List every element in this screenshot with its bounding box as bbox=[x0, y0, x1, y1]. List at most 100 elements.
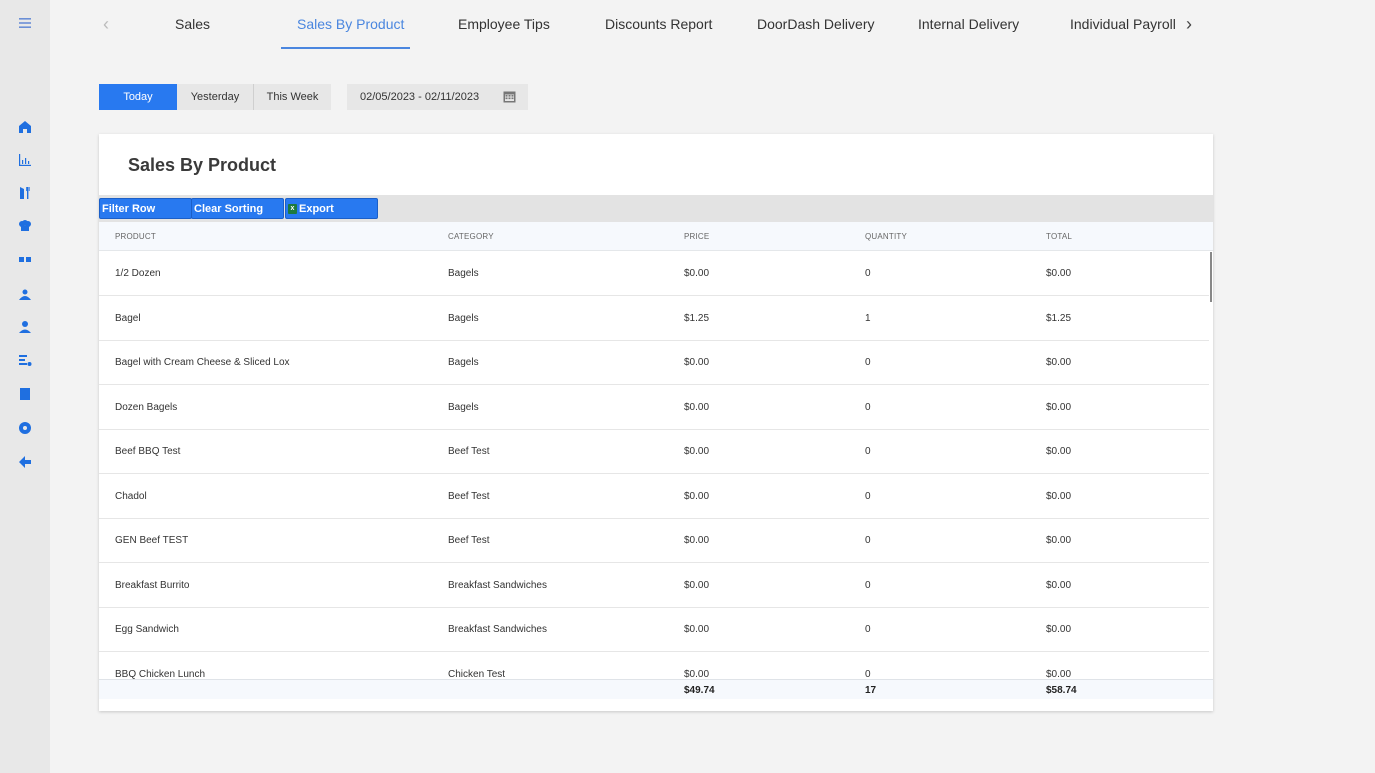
cell-quantity: 0 bbox=[865, 402, 871, 413]
cell-total: $0.00 bbox=[1046, 624, 1072, 635]
excel-icon: x bbox=[288, 203, 297, 214]
card-title: Sales By Product bbox=[128, 155, 277, 175]
date-range-buttons: Today Yesterday This Week bbox=[99, 84, 331, 110]
cell-product: Egg Sandwich bbox=[115, 624, 179, 635]
export-button[interactable]: x Export bbox=[285, 198, 378, 219]
cell-category: Beef Test bbox=[448, 446, 490, 457]
clear-sorting-button[interactable]: Clear Sorting bbox=[191, 198, 284, 219]
cell-total: $1.25 bbox=[1046, 313, 1072, 324]
cell-total: $0.00 bbox=[1046, 402, 1072, 413]
filter-row-button[interactable]: Filter Row bbox=[99, 198, 192, 219]
cell-total: $0.00 bbox=[1046, 268, 1072, 279]
chef-icon[interactable] bbox=[16, 217, 34, 235]
table-row[interactable]: Beef BBQ Test Beef Test $0.00 0 $0.00 bbox=[99, 429, 1209, 474]
tags-icon[interactable] bbox=[16, 251, 34, 269]
chart-icon[interactable] bbox=[16, 151, 34, 169]
tab-individual-payroll[interactable]: Individual Payroll bbox=[1070, 16, 1176, 32]
cell-price: $0.00 bbox=[684, 535, 710, 546]
cell-product: Beef BBQ Test bbox=[115, 446, 181, 457]
cell-total: $0.00 bbox=[1046, 357, 1072, 368]
tab-discounts-report[interactable]: Discounts Report bbox=[605, 16, 712, 32]
settings-icon[interactable] bbox=[16, 419, 34, 437]
date-range-value: 02/05/2023 - 02/11/2023 bbox=[360, 91, 480, 103]
cell-product: GEN Beef TEST bbox=[115, 535, 189, 546]
cell-category: Chicken Test bbox=[448, 669, 506, 679]
cell-quantity: 0 bbox=[865, 446, 871, 457]
active-tab-indicator bbox=[281, 47, 410, 49]
tab-next-arrow-icon[interactable]: › bbox=[1179, 14, 1199, 35]
users-icon[interactable] bbox=[16, 285, 34, 303]
cell-price: $0.00 bbox=[684, 268, 710, 279]
table-row[interactable]: Egg Sandwich Breakfast Sandwiches $0.00 … bbox=[99, 607, 1209, 652]
column-header-total[interactable]: TOTAL bbox=[1046, 232, 1072, 241]
cell-price: $0.00 bbox=[684, 446, 710, 457]
cell-product: Bagel bbox=[115, 313, 141, 324]
cell-total: $0.00 bbox=[1046, 580, 1072, 591]
column-header-quantity[interactable]: QUANTITY bbox=[865, 232, 907, 241]
cell-quantity: 0 bbox=[865, 491, 871, 502]
table-header: PRODUCT CATEGORY PRICE QUANTITY TOTAL bbox=[99, 222, 1213, 251]
calendar-icon[interactable] bbox=[503, 90, 516, 103]
cell-quantity: 1 bbox=[865, 313, 871, 324]
cell-category: Bagels bbox=[448, 268, 479, 279]
table-row[interactable]: BBQ Chicken Lunch Chicken Test $0.00 0 $… bbox=[99, 652, 1209, 679]
cell-quantity: 0 bbox=[865, 624, 871, 635]
cell-product: 1/2 Dozen bbox=[115, 268, 161, 279]
cell-price: $0.00 bbox=[684, 402, 710, 413]
cell-quantity: 0 bbox=[865, 669, 871, 679]
cell-total: $0.00 bbox=[1046, 491, 1072, 502]
cell-price: $0.00 bbox=[684, 491, 710, 502]
back-arrow-icon[interactable] bbox=[16, 453, 34, 471]
table-row[interactable]: Bagel with Cream Cheese & Sliced Lox Bag… bbox=[99, 340, 1209, 385]
tab-employee-tips[interactable]: Employee Tips bbox=[458, 16, 550, 32]
tab-prev-arrow-icon[interactable]: ‹ bbox=[96, 14, 116, 35]
column-header-category[interactable]: CATEGORY bbox=[448, 232, 494, 241]
dining-icon[interactable] bbox=[16, 184, 34, 202]
total-quantity: 17 bbox=[865, 685, 877, 696]
home-icon[interactable] bbox=[16, 118, 34, 136]
date-range-picker[interactable]: 02/05/2023 - 02/11/2023 bbox=[347, 84, 528, 110]
tab-doordash-delivery[interactable]: DoorDash Delivery bbox=[757, 16, 874, 32]
cell-price: $1.25 bbox=[684, 313, 710, 324]
tab-internal-delivery[interactable]: Internal Delivery bbox=[918, 16, 1019, 32]
cell-total: $0.00 bbox=[1046, 446, 1072, 457]
this-week-button[interactable]: This Week bbox=[254, 84, 331, 110]
cell-category: Breakfast Sandwiches bbox=[448, 624, 547, 635]
total-price: $49.74 bbox=[684, 685, 715, 696]
cell-category: Beef Test bbox=[448, 535, 490, 546]
table-row[interactable]: Dozen Bagels Bagels $0.00 0 $0.00 bbox=[99, 385, 1209, 430]
column-header-product[interactable]: PRODUCT bbox=[115, 232, 156, 241]
cell-category: Bagels bbox=[448, 402, 479, 413]
cell-total: $0.00 bbox=[1046, 535, 1072, 546]
person-icon[interactable] bbox=[16, 318, 34, 336]
cell-price: $0.00 bbox=[684, 669, 710, 679]
column-header-price[interactable]: PRICE bbox=[684, 232, 709, 241]
total-total: $58.74 bbox=[1046, 685, 1077, 696]
sidebar bbox=[0, 0, 50, 773]
table-row[interactable]: 1/2 Dozen Bagels $0.00 0 $0.00 bbox=[99, 251, 1209, 296]
cell-product: Chadol bbox=[115, 491, 147, 502]
yesterday-button[interactable]: Yesterday bbox=[177, 84, 254, 110]
cell-price: $0.00 bbox=[684, 580, 710, 591]
table-row[interactable]: Bagel Bagels $1.25 1 $1.25 bbox=[99, 296, 1209, 341]
cell-product: Breakfast Burrito bbox=[115, 580, 190, 591]
list-icon[interactable] bbox=[16, 352, 34, 370]
table-scrollbar[interactable] bbox=[1210, 252, 1212, 302]
cell-category: Beef Test bbox=[448, 491, 490, 502]
tab-sales-by-product[interactable]: Sales By Product bbox=[297, 16, 404, 32]
cell-product: BBQ Chicken Lunch bbox=[115, 669, 206, 679]
sales-by-product-card: Sales By Product Filter Row Clear Sortin… bbox=[99, 134, 1213, 711]
cell-total: $0.00 bbox=[1046, 669, 1072, 679]
cell-quantity: 0 bbox=[865, 535, 871, 546]
tab-sales[interactable]: Sales bbox=[175, 16, 210, 32]
cell-quantity: 0 bbox=[865, 580, 871, 591]
cell-quantity: 0 bbox=[865, 357, 871, 368]
report-icon[interactable] bbox=[16, 385, 34, 403]
grid-toolbar: Filter Row Clear Sorting x Export bbox=[99, 195, 1213, 222]
table-row[interactable]: Chadol Beef Test $0.00 0 $0.00 bbox=[99, 474, 1209, 519]
table-row[interactable]: GEN Beef TEST Beef Test $0.00 0 $0.00 bbox=[99, 518, 1209, 563]
today-button[interactable]: Today bbox=[99, 84, 177, 110]
cell-product: Bagel with Cream Cheese & Sliced Lox bbox=[115, 357, 290, 368]
menu-icon[interactable] bbox=[16, 14, 34, 32]
table-row[interactable]: Breakfast Burrito Breakfast Sandwiches $… bbox=[99, 563, 1209, 608]
